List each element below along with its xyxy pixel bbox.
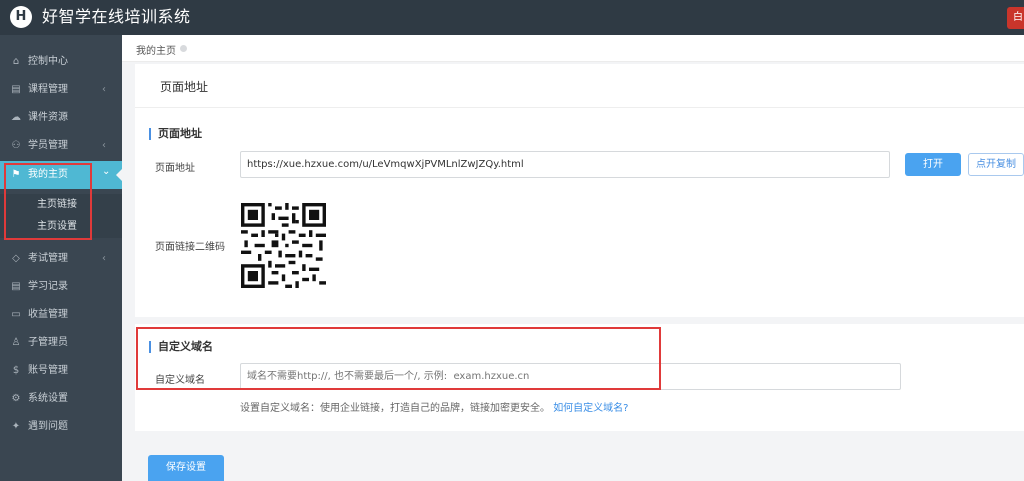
sidebar-item-label: 控制中心 xyxy=(28,56,68,67)
chevron-left-icon: ‹ xyxy=(102,140,106,151)
breadcrumb: 我的主页 xyxy=(122,35,1024,62)
sidebar-subitem-label: 主页设置 xyxy=(37,221,77,232)
qr-label: 页面链接二维码 xyxy=(155,242,225,253)
help-icon: ✦ xyxy=(11,421,21,432)
admin-icon: ♙ xyxy=(11,337,21,348)
sidebar-item-label: 遇到问题 xyxy=(28,421,68,432)
home-icon: ⌂ xyxy=(12,56,20,67)
breadcrumb-dot-icon xyxy=(180,45,187,52)
sidebar-item-homepage[interactable]: ⚑ 我的主页 ⌄ xyxy=(0,161,122,189)
sidebar-subitem-homepage-link[interactable]: 主页链接 xyxy=(0,194,122,216)
domain-help-link[interactable]: 如何自定义域名? xyxy=(553,403,628,414)
section-title-custom-domain: 自定义域名 xyxy=(149,341,213,353)
notebook-icon: ▤ xyxy=(11,281,21,292)
sidebar-item-learning-records[interactable]: ▤ 学习记录 xyxy=(0,273,122,301)
sidebar-item-label: 学习记录 xyxy=(28,281,68,292)
sidebar-item-revenue[interactable]: ▭ 收益管理 xyxy=(0,301,122,329)
sidebar-item-label: 我的主页 xyxy=(28,169,68,180)
flag-icon: ⚑ xyxy=(11,169,21,180)
domain-label: 自定义域名 xyxy=(155,375,205,386)
sidebar-subitem-homepage-settings[interactable]: 主页设置 xyxy=(0,216,122,238)
sidebar-item-account[interactable]: $ 账号管理 xyxy=(0,357,122,385)
sidebar-item-dashboard[interactable]: ⌂ 控制中心 xyxy=(0,48,122,76)
sidebar: ⌂ 控制中心 ▤ 课程管理 ‹ ☁ 课件资源 ⚇ 学员管理 ‹ ⚑ 我的主页 ⌄… xyxy=(0,35,122,481)
sidebar-item-label: 课件资源 xyxy=(28,112,68,123)
active-indicator xyxy=(116,169,122,181)
breadcrumb-current[interactable]: 我的主页 xyxy=(136,42,176,57)
url-input[interactable]: https://xue.hzxue.com/u/LeVmqwXjPVMLnlZw… xyxy=(240,151,890,178)
chevron-left-icon: ‹ xyxy=(102,84,106,95)
sidebar-item-resources[interactable]: ☁ 课件资源 xyxy=(0,104,122,132)
copy-button[interactable]: 点开复制 xyxy=(968,153,1024,176)
sidebar-item-label: 学员管理 xyxy=(28,140,68,151)
top-bar: H 好智学在线培训系统 白 xyxy=(0,0,1024,35)
book-icon: ▤ xyxy=(11,84,21,95)
dollar-icon: $ xyxy=(12,365,20,376)
sidebar-subitem-label: 主页链接 xyxy=(37,199,77,210)
card-icon: ▭ xyxy=(11,309,21,320)
url-label: 页面地址 xyxy=(155,163,195,174)
sidebar-item-label: 账号管理 xyxy=(28,365,68,376)
sidebar-item-help[interactable]: ✦ 遇到问题 xyxy=(0,413,122,441)
card-header-title: 页面地址 xyxy=(160,80,209,94)
domain-hint-text: 设置自定义域名：使用企业链接，打造自己的品牌，链接加密更安全。 xyxy=(240,403,550,414)
logo-icon: H xyxy=(10,6,32,28)
sidebar-item-exams[interactable]: ◇ 考试管理 ‹ xyxy=(0,245,122,273)
open-button[interactable]: 打开 xyxy=(905,153,961,176)
sidebar-item-courses[interactable]: ▤ 课程管理 ‹ xyxy=(0,76,122,104)
custom-domain-card: 自定义域名 自定义域名 设置自定义域名：使用企业链接，打造自己的品牌，链接加密更… xyxy=(135,324,1024,431)
top-right-button[interactable]: 白 xyxy=(1007,7,1024,29)
qr-code-image xyxy=(241,203,326,288)
sidebar-item-students[interactable]: ⚇ 学员管理 ‹ xyxy=(0,132,122,160)
cloud-icon: ☁ xyxy=(11,112,21,123)
save-button[interactable]: 保存设置 xyxy=(148,455,224,481)
sidebar-item-settings[interactable]: ⚙ 系统设置 xyxy=(0,385,122,413)
tag-icon: ◇ xyxy=(12,253,20,264)
chevron-left-icon: ‹ xyxy=(102,253,106,264)
sidebar-item-label: 系统设置 xyxy=(28,393,68,404)
gear-icon: ⚙ xyxy=(11,393,21,404)
domain-input[interactable] xyxy=(240,363,901,390)
section-title-page-address: 页面地址 xyxy=(149,128,202,140)
card-header: 页面地址 xyxy=(135,64,1024,108)
sidebar-item-label: 收益管理 xyxy=(28,309,68,320)
chevron-down-icon: ⌄ xyxy=(102,166,111,177)
sidebar-item-label: 子管理员 xyxy=(28,337,68,348)
sidebar-item-label: 课程管理 xyxy=(28,84,68,95)
app-title: 好智学在线培训系统 xyxy=(42,7,191,26)
domain-hint: 设置自定义域名：使用企业链接，打造自己的品牌，链接加密更安全。 如何自定义域名? xyxy=(240,399,629,414)
sidebar-item-label: 考试管理 xyxy=(28,253,68,264)
users-icon: ⚇ xyxy=(11,140,21,151)
page-address-card: 页面地址 页面地址 页面地址 https://xue.hzxue.com/u/L… xyxy=(135,64,1024,317)
sidebar-item-sub-admins[interactable]: ♙ 子管理员 xyxy=(0,329,122,357)
